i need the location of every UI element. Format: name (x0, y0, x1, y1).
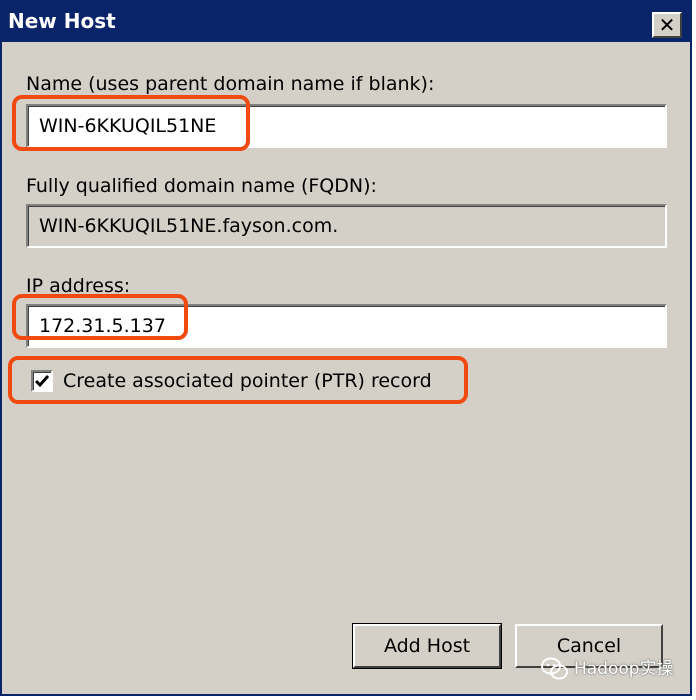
watermark-text: Hadoop实操 (574, 659, 674, 679)
fqdn-label: Fully qualified domain name (FQDN): (26, 175, 377, 197)
ip-address-input[interactable]: 172.31.5.137 (26, 304, 667, 348)
ip-address-label: IP address: (26, 275, 131, 297)
checkmark-icon (34, 375, 50, 388)
close-button[interactable]: ✕ (652, 12, 682, 38)
ptr-record-label: Create associated pointer (PTR) record (63, 370, 432, 392)
title-bar: New Host ✕ (2, 2, 690, 42)
fqdn-field: WIN-6KKUQIL51NE.fayson.com. (26, 204, 667, 248)
name-input[interactable]: WIN-6KKUQIL51NE (26, 104, 667, 148)
ptr-record-checkbox[interactable] (31, 370, 53, 392)
wechat-icon (541, 657, 568, 680)
new-host-dialog: New Host ✕ Name (uses parent domain name… (0, 0, 692, 696)
close-icon: ✕ (658, 13, 676, 37)
add-host-button[interactable]: Add Host (352, 623, 502, 669)
dialog-title: New Host (8, 9, 116, 33)
name-label: Name (uses parent domain name if blank): (26, 73, 435, 95)
